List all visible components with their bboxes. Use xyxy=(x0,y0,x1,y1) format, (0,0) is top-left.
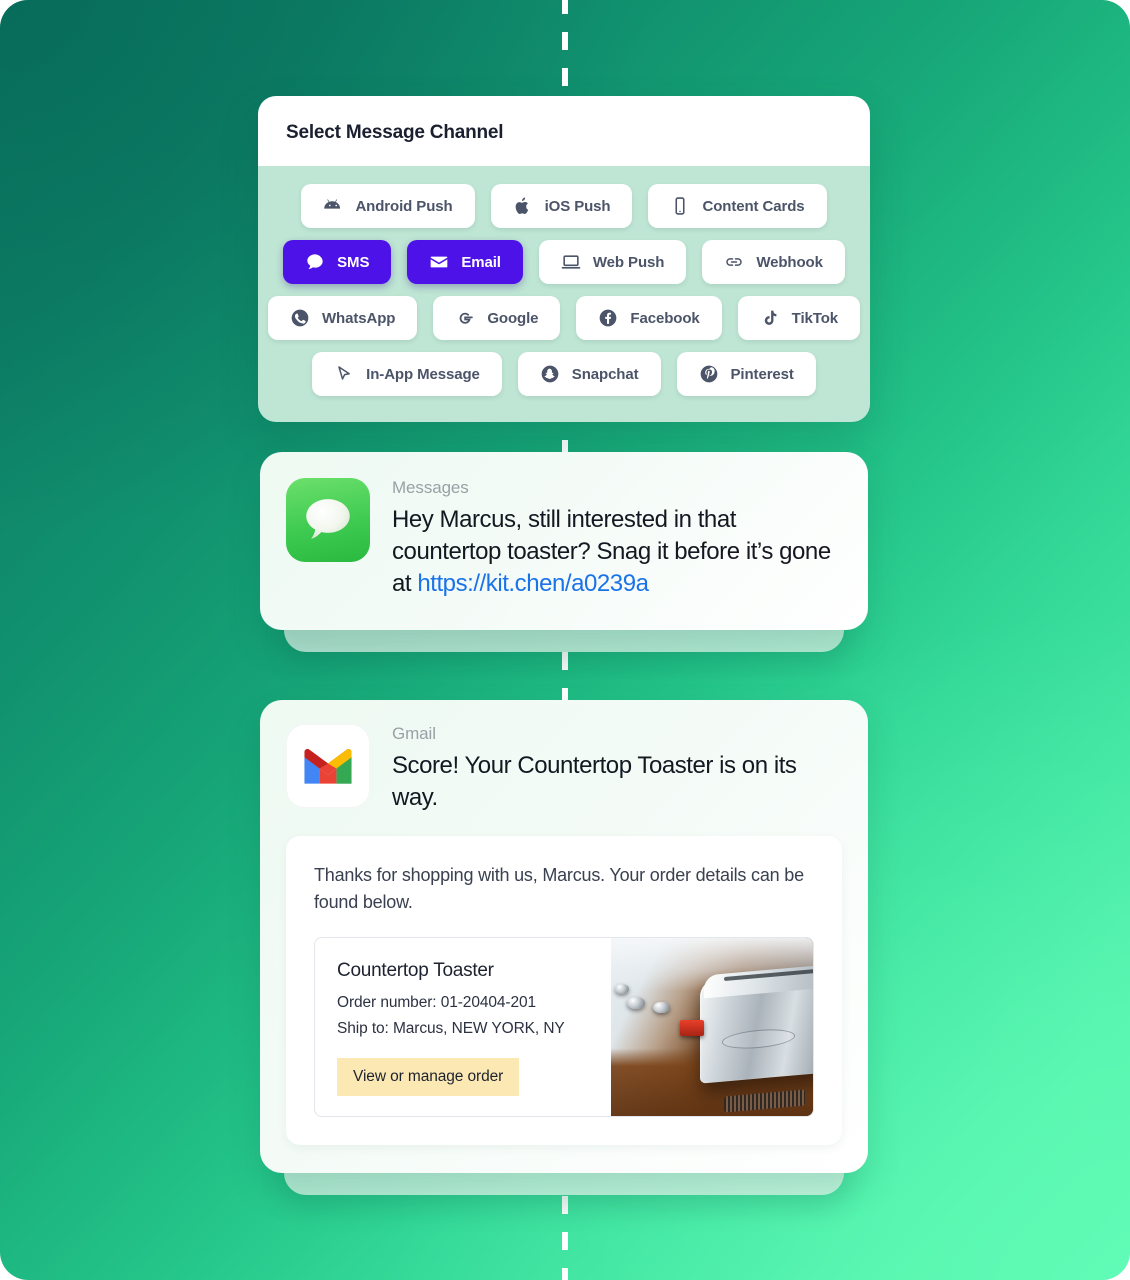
google-icon xyxy=(455,308,475,328)
channel-chip-label: Email xyxy=(461,253,501,271)
email-notification-card[interactable]: Gmail Score! Your Countertop Toaster is … xyxy=(260,700,868,1173)
channel-chip-google[interactable]: Google xyxy=(433,296,561,340)
promo-canvas: Select Message Channel Android Push iOS … xyxy=(0,0,1130,1280)
toaster-knob-1 xyxy=(627,996,646,1010)
email-subject: Score! Your Countertop Toaster is on its… xyxy=(392,752,797,812)
channel-chip-label: TikTok xyxy=(791,309,839,327)
sms-notification-text: Messages Hey Marcus, still interested in… xyxy=(392,478,840,600)
channel-chip-facebook[interactable]: Facebook xyxy=(576,296,722,340)
envelope-icon xyxy=(429,252,449,272)
pinterest-icon xyxy=(699,364,719,384)
gmail-app-icon xyxy=(286,724,370,808)
sms-notification-card-group: Messages Hey Marcus, still interested in… xyxy=(260,452,868,653)
sms-notification-row: Messages Hey Marcus, still interested in… xyxy=(286,478,840,600)
channel-chip-label: Webhook xyxy=(756,253,823,271)
link-icon xyxy=(724,252,744,272)
apple-icon xyxy=(513,196,533,216)
channel-chip-grid: Android Push iOS Push Content Cards SMS … xyxy=(258,166,870,422)
channel-row-3: WhatsApp Google Facebook TikTok xyxy=(258,296,870,340)
channel-chip-label: Google xyxy=(487,309,539,327)
email-notification-row: Gmail Score! Your Countertop Toaster is … xyxy=(286,724,842,814)
email-app-name: Gmail xyxy=(392,724,436,743)
sms-notification-card[interactable]: Messages Hey Marcus, still interested in… xyxy=(260,452,868,631)
channel-chip-webhook[interactable]: Webhook xyxy=(702,240,845,284)
channel-chip-label: In-App Message xyxy=(366,365,480,383)
email-greeting: Thanks for shopping with us, Marcus. You… xyxy=(314,865,804,912)
channel-chip-whatsapp[interactable]: WhatsApp xyxy=(267,296,418,340)
toaster-lever xyxy=(679,1019,704,1036)
channel-chip-android-push[interactable]: Android Push xyxy=(301,184,475,228)
order-ship-to: Ship to: Marcus, NEW YORK, NY xyxy=(337,1019,565,1037)
channel-chip-label: Pinterest xyxy=(730,365,794,383)
cursor-icon xyxy=(334,364,354,384)
order-details: Countertop Toaster Order number: 01-2040… xyxy=(315,938,611,1116)
toaster-knob-3 xyxy=(615,984,630,994)
channel-chip-label: Content Cards xyxy=(702,197,805,215)
email-notification-text: Gmail Score! Your Countertop Toaster is … xyxy=(392,724,842,814)
select-message-channel-panel: Select Message Channel Android Push iOS … xyxy=(258,96,870,422)
snapchat-icon xyxy=(540,364,560,384)
order-summary-card: Countertop Toaster Order number: 01-2040… xyxy=(314,936,814,1117)
channel-chip-web-push[interactable]: Web Push xyxy=(538,240,687,284)
facebook-icon xyxy=(598,308,618,328)
channel-chip-tiktok[interactable]: TikTok xyxy=(737,296,861,340)
sms-message-link[interactable]: https://kit.chen/a0239a xyxy=(417,570,649,597)
laptop-icon xyxy=(561,252,581,272)
phone-icon xyxy=(670,196,690,216)
channel-chip-label: SMS xyxy=(337,253,370,271)
sms-message-body: Hey Marcus, still interested in that cou… xyxy=(392,504,840,600)
channel-chip-email[interactable]: Email xyxy=(407,240,523,284)
toaster-knob-2 xyxy=(653,1001,670,1014)
channel-chip-ios-push[interactable]: iOS Push xyxy=(490,184,633,228)
toaster-vent xyxy=(724,1089,805,1113)
channel-chip-pinterest[interactable]: Pinterest xyxy=(676,352,816,396)
email-notification-card-group: Gmail Score! Your Countertop Toaster is … xyxy=(260,700,868,1195)
channel-chip-label: Android Push xyxy=(355,197,453,215)
flow-connector-bottom xyxy=(562,1196,568,1280)
panel-header: Select Message Channel xyxy=(258,96,870,166)
channel-chip-snapchat[interactable]: Snapchat xyxy=(517,352,661,396)
view-or-manage-order-button[interactable]: View or manage order xyxy=(337,1057,520,1096)
whatsapp-icon xyxy=(290,308,310,328)
channel-chip-label: WhatsApp xyxy=(321,309,396,327)
channel-row-4: In-App Message Snapchat Pinterest xyxy=(258,352,870,396)
countertop-toaster-photo xyxy=(611,937,813,1116)
order-product-name: Countertop Toaster xyxy=(337,959,494,981)
order-number: Order number: 01-20404-201 xyxy=(337,993,537,1011)
chat-bubble-icon xyxy=(305,252,325,272)
android-icon xyxy=(323,196,343,216)
channel-chip-label: Snapchat xyxy=(571,365,639,383)
email-body-preview: Thanks for shopping with us, Marcus. You… xyxy=(286,836,842,1145)
page-title: Select Message Channel xyxy=(286,122,504,143)
channel-row-2: SMS Email Web Push Webhook xyxy=(258,240,870,284)
tiktok-icon xyxy=(760,308,780,328)
channel-chip-content-cards[interactable]: Content Cards xyxy=(648,184,827,228)
messages-app-icon xyxy=(286,478,370,562)
channel-chip-label: Facebook xyxy=(630,309,700,327)
sms-app-name: Messages xyxy=(392,478,469,497)
channel-chip-label: iOS Push xyxy=(544,197,611,215)
channel-row-1: Android Push iOS Push Content Cards xyxy=(258,184,870,228)
channel-chip-in-app-message[interactable]: In-App Message xyxy=(312,352,502,396)
channel-chip-label: Web Push xyxy=(592,253,665,271)
flow-connector-top xyxy=(562,0,568,100)
channel-chip-sms[interactable]: SMS xyxy=(283,240,392,284)
